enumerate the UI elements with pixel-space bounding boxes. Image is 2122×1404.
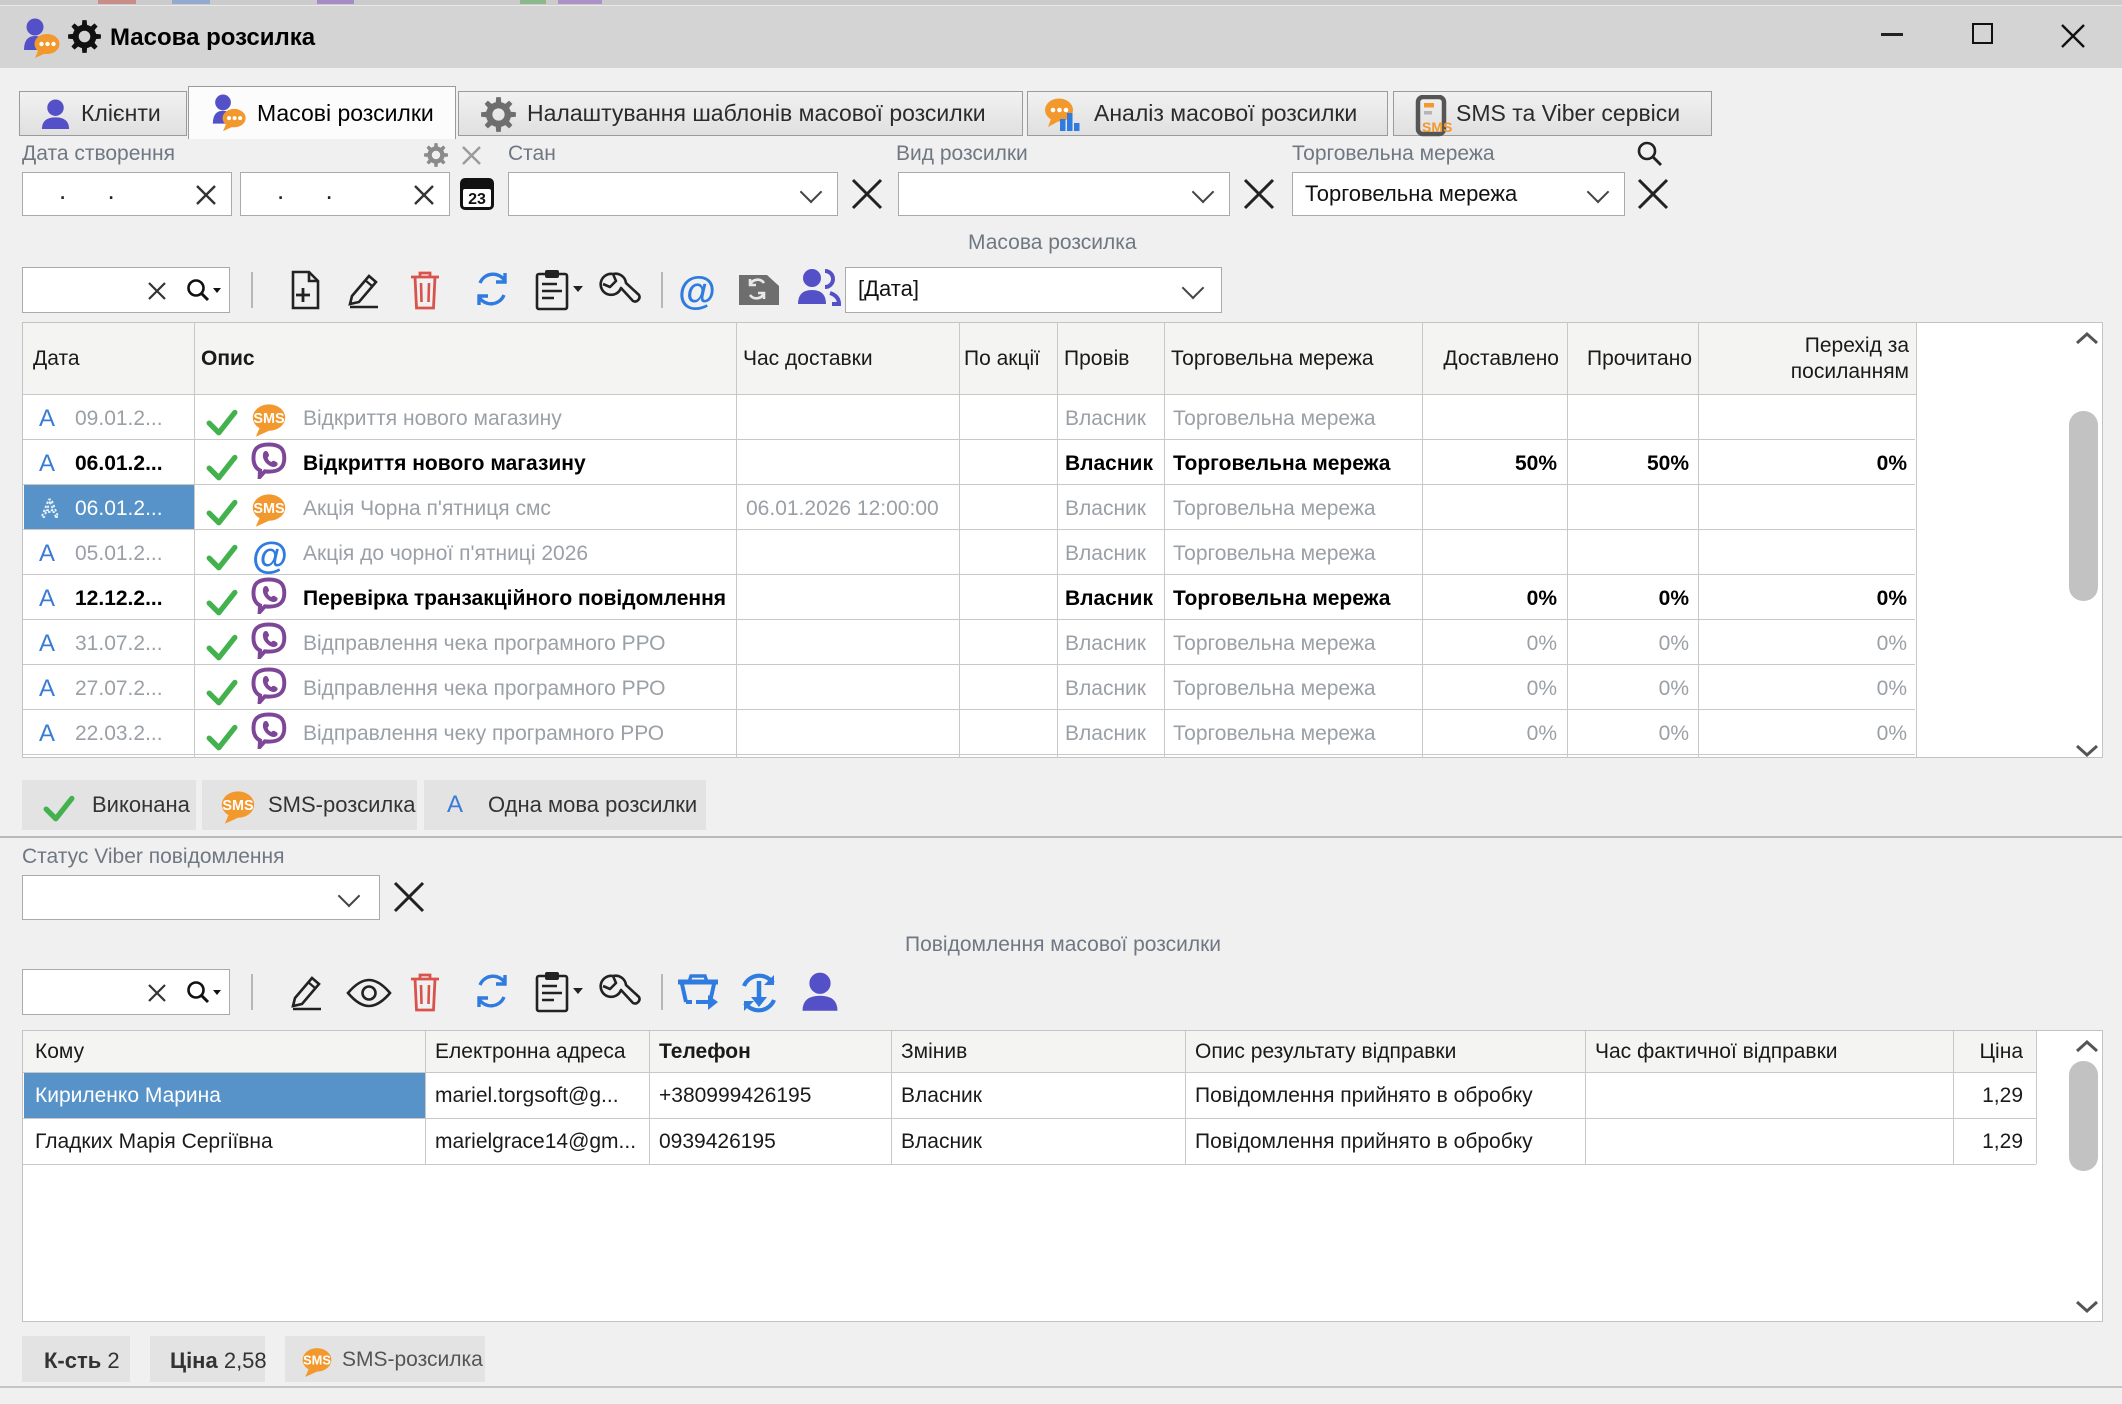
- svg-text:23: 23: [468, 191, 486, 208]
- svg-text:SMS: SMS: [1422, 119, 1452, 135]
- svg-text:A: A: [42, 495, 59, 523]
